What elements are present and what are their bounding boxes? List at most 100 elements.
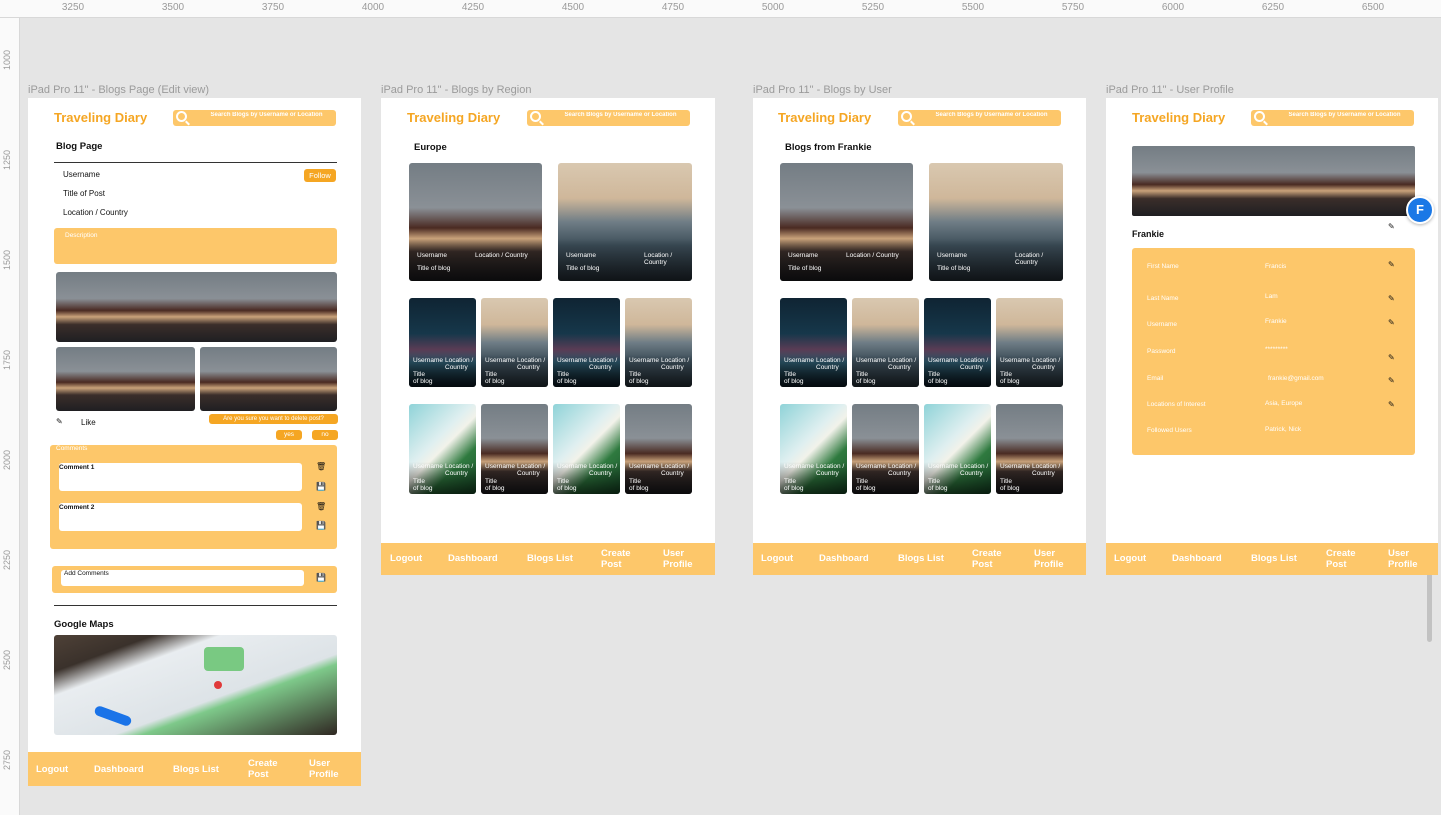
card-username: Username xyxy=(485,357,515,364)
card-location: Location / Country xyxy=(589,463,618,477)
blog-card[interactable]: Username Location / Country Title of blo… xyxy=(929,163,1063,281)
comment-box[interactable]: Comment 2 xyxy=(59,503,302,531)
card-title: Title of blog xyxy=(413,478,433,492)
nav-dashboard[interactable]: Dashboard xyxy=(819,553,869,564)
like-button[interactable]: Like xyxy=(81,418,96,427)
nav-blogs-list[interactable]: Blogs List xyxy=(527,553,573,564)
field-value[interactable]: frankie@gmail.com xyxy=(1268,375,1324,382)
nav-user-profile[interactable]: User Profile xyxy=(663,548,693,570)
frame-label-blog-page[interactable]: iPad Pro 11" - Blogs Page (Edit view) xyxy=(28,84,209,96)
delete-no-button[interactable]: no xyxy=(312,430,338,440)
edit-icon[interactable]: ✎ xyxy=(1388,261,1395,269)
nav-logout[interactable]: Logout xyxy=(761,553,793,564)
search-bar[interactable]: Search Blogs by Username or Location xyxy=(527,110,690,126)
edit-icon[interactable]: ✎ xyxy=(1388,319,1395,327)
save-icon[interactable]: 💾 xyxy=(316,522,326,530)
field-value[interactable]: Asia, Europe xyxy=(1265,400,1302,407)
edit-icon[interactable]: ✎ xyxy=(1388,401,1395,409)
nav-blogs-list[interactable]: Blogs List xyxy=(1251,553,1297,564)
search-bar[interactable]: Search Blogs by Username or Location xyxy=(173,110,336,126)
field-value[interactable]: Lam xyxy=(1265,293,1278,300)
post-location[interactable]: Location / Country xyxy=(63,208,128,217)
nav-blogs-list[interactable]: Blogs List xyxy=(898,553,944,564)
ruler-tick: 4500 xyxy=(561,2,585,13)
follow-button[interactable]: Follow xyxy=(304,169,336,182)
blog-card[interactable]: Username Location / Country Title of blog xyxy=(409,404,476,494)
collaborator-avatar[interactable]: F xyxy=(1406,196,1434,224)
blog-card[interactable]: Username Location / Country Title of blog xyxy=(409,298,476,387)
blog-card[interactable]: Username Location / Country Title of blog xyxy=(625,404,692,494)
blog-card[interactable]: Username Location / Country Title of blo… xyxy=(558,163,692,281)
search-icon xyxy=(176,111,187,122)
card-location: Location / Country xyxy=(517,357,546,371)
post-photo xyxy=(200,347,337,411)
search-placeholder: Search Blogs by Username or Location xyxy=(935,112,1048,118)
blog-card[interactable]: Username Location / Country Title of blog xyxy=(996,404,1063,494)
nav-create-post[interactable]: Create Post xyxy=(972,548,1002,570)
blog-card[interactable]: Username Location / Country Title of blog xyxy=(780,404,847,494)
trash-icon[interactable]: 🗑 xyxy=(316,463,326,471)
nav-logout[interactable]: Logout xyxy=(1114,553,1146,564)
search-bar[interactable]: Search Blogs by Username or Location xyxy=(1251,110,1414,126)
nav-dashboard[interactable]: Dashboard xyxy=(94,764,144,775)
nav-user-profile[interactable]: User Profile xyxy=(1034,548,1064,570)
blog-card[interactable]: Username Location / Country Title of blog xyxy=(553,298,620,387)
nav-user-profile[interactable]: User Profile xyxy=(1388,548,1418,570)
card-location: Location / Country xyxy=(661,463,690,477)
search-bar[interactable]: Search Blogs by Username or Location xyxy=(898,110,1061,126)
nav-create-post[interactable]: Create Post xyxy=(1326,548,1356,570)
edit-icon[interactable]: ✎ xyxy=(1388,295,1395,303)
blog-card[interactable]: Username Location / Country Title of blog xyxy=(780,298,847,387)
blog-card[interactable]: Username Location / Country Title of blo… xyxy=(409,163,542,281)
app-logo[interactable]: Traveling Diary xyxy=(54,110,147,125)
profile-details-card: First Name Francis ✎ Last Name Lam ✎ Use… xyxy=(1132,248,1415,455)
blog-card[interactable]: Username Location / Country Title of blog xyxy=(625,298,692,387)
post-username[interactable]: Username xyxy=(63,170,100,179)
card-title: Title of blog xyxy=(788,265,822,272)
card-username: Username xyxy=(856,463,886,470)
blog-card[interactable]: Username Location / Country Title of blog xyxy=(481,404,548,494)
frame-label-by-user[interactable]: iPad Pro 11" - Blogs by User xyxy=(753,84,892,96)
blog-card[interactable]: Username Location / Country Title of blog xyxy=(924,404,991,494)
nav-create-post[interactable]: Create Post xyxy=(248,758,278,780)
post-title[interactable]: Title of Post xyxy=(63,189,105,198)
description-field[interactable]: Description xyxy=(54,228,337,264)
blog-card[interactable]: Username Location / Country Title of blog xyxy=(481,298,548,387)
save-icon[interactable]: 💾 xyxy=(316,483,326,491)
edit-icon[interactable]: ✎ xyxy=(1388,377,1395,385)
map-image[interactable] xyxy=(54,635,337,735)
frame-label-by-region[interactable]: iPad Pro 11" - Blogs by Region xyxy=(381,84,531,96)
blog-card[interactable]: Username Location / Country Title of blog xyxy=(852,404,919,494)
nav-blogs-list[interactable]: Blogs List xyxy=(173,764,219,775)
blog-card[interactable]: Username Location / Country Title of blog xyxy=(852,298,919,387)
field-value[interactable]: ********* xyxy=(1265,346,1288,353)
blog-card[interactable]: Username Location / Country Title of blog xyxy=(924,298,991,387)
trash-icon[interactable]: 🗑 xyxy=(316,503,326,511)
nav-dashboard[interactable]: Dashboard xyxy=(448,553,498,564)
blog-card[interactable]: Username Location / Country Title of blog xyxy=(996,298,1063,387)
nav-logout[interactable]: Logout xyxy=(36,764,68,775)
nav-dashboard[interactable]: Dashboard xyxy=(1172,553,1222,564)
edit-icon[interactable]: ✎ xyxy=(1388,354,1395,362)
field-value[interactable]: Frankie xyxy=(1265,318,1287,325)
nav-user-profile[interactable]: User Profile xyxy=(309,758,339,780)
app-logo[interactable]: Traveling Diary xyxy=(778,110,871,125)
edit-icon[interactable]: ✎ xyxy=(56,418,63,426)
delete-yes-button[interactable]: yes xyxy=(276,430,302,440)
app-logo[interactable]: Traveling Diary xyxy=(1132,110,1225,125)
blog-card[interactable]: Username Location / Country Title of blog xyxy=(553,404,620,494)
card-location: Location / Country xyxy=(960,463,989,477)
comment-box[interactable]: Comment 1 xyxy=(59,463,302,491)
app-logo[interactable]: Traveling Diary xyxy=(407,110,500,125)
card-title: Title of blog xyxy=(485,371,505,385)
card-location: Location / Country xyxy=(888,463,917,477)
field-value[interactable]: Patrick, Nick xyxy=(1265,426,1301,433)
save-icon[interactable]: 💾 xyxy=(316,574,326,582)
blog-card[interactable]: Username Location / Country Title of blo… xyxy=(780,163,913,281)
edit-icon[interactable]: ✎ xyxy=(1388,223,1395,231)
nav-logout[interactable]: Logout xyxy=(390,553,422,564)
frame-label-user-profile[interactable]: iPad Pro 11" - User Profile xyxy=(1106,84,1234,96)
add-comment-input[interactable]: Add Comments xyxy=(61,570,304,586)
nav-create-post[interactable]: Create Post xyxy=(601,548,631,570)
field-value[interactable]: Francis xyxy=(1265,263,1286,270)
